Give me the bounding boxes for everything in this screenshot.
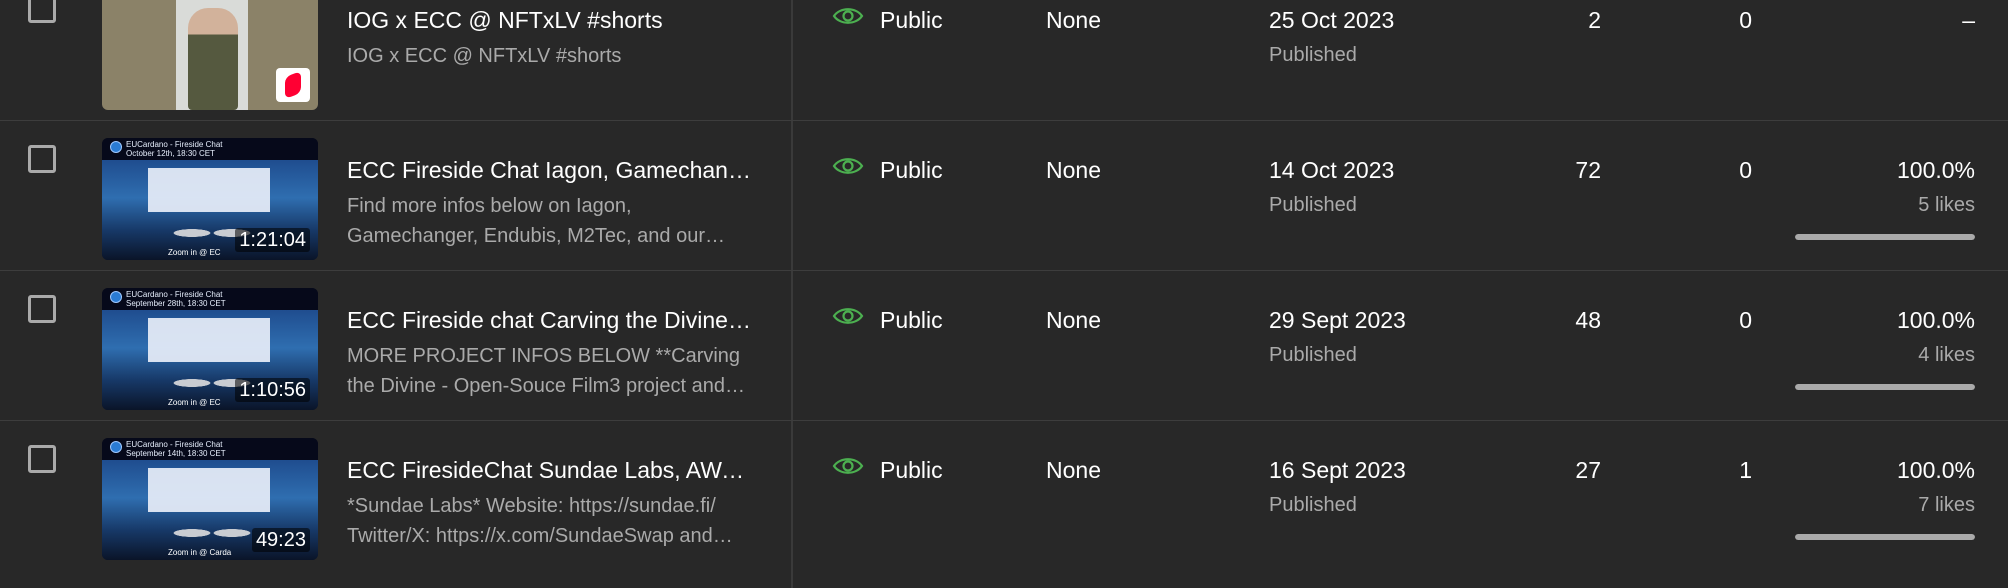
thumbnail-sponsor-panel [148, 168, 270, 212]
likes-ratio-fill [1795, 384, 1975, 390]
row-select-checkbox[interactable] [28, 295, 56, 323]
publish-date: 25 Oct 2023 [1269, 7, 1395, 33]
likes-percentage: – [1962, 7, 1975, 33]
likes-percentage: 100.0% [1896, 307, 1975, 333]
table-row[interactable]: EUCardano - Fireside Chat September 14th,… [0, 420, 2008, 571]
video-description: Find more infos below on Iagon, Gamechan… [347, 195, 705, 247]
likes-ratio-bar [1795, 534, 1975, 540]
video-title[interactable]: IOG x ECC @ NFTxLV #shorts [347, 5, 757, 35]
thumbnail-caption-date: September 28th, 18:30 CET [126, 299, 226, 308]
publish-date: 14 Oct 2023 [1269, 157, 1395, 183]
views-count: 72 [1575, 157, 1601, 183]
video-duration: 49:23 [251, 528, 310, 552]
thumbnail-caption-date: September 14th, 18:30 CET [126, 449, 226, 458]
likes-ratio-bar [1795, 234, 1975, 240]
row-select-checkbox[interactable] [28, 0, 56, 23]
restrictions-value: None [1046, 7, 1101, 33]
likes-ratio-fill [1795, 234, 1975, 240]
publish-status: Published [1269, 494, 1357, 516]
row-select-checkbox[interactable] [28, 445, 56, 473]
comments-count: 1 [1739, 457, 1752, 483]
restrictions-value: None [1046, 457, 1101, 483]
views-count: 27 [1575, 457, 1601, 483]
thumbnail-caption-title: EUCardano - Fireside Chat [126, 440, 223, 449]
eucardano-logo-icon [110, 291, 122, 303]
table-row[interactable]: EUCardano - Fireside Chat October 12th, 1… [0, 120, 2008, 271]
visibility-label[interactable]: Public [880, 305, 943, 335]
comments-count: 0 [1739, 157, 1752, 183]
video-title[interactable]: ECC Fireside chat Carving the Divine, bl… [347, 305, 757, 335]
visibility-label[interactable]: Public [880, 5, 943, 35]
publish-date: 29 Sept 2023 [1269, 307, 1406, 333]
likes-percentage: 100.0% [1896, 457, 1975, 483]
restrictions-value: None [1046, 157, 1101, 183]
visibility-label[interactable]: Public [880, 155, 943, 185]
thumbnail-caption: EUCardano - Fireside Chat October 12th, 1… [126, 140, 222, 158]
thumbnail-person [188, 8, 238, 110]
thumbnail-caption-title: EUCardano - Fireside Chat [126, 140, 223, 149]
publish-status: Published [1269, 344, 1357, 366]
video-title[interactable]: ECC FiresideChat Sundae Labs, AWA, White… [347, 455, 757, 485]
likes-ratio-fill [1795, 534, 1975, 540]
eye-icon[interactable] [832, 5, 864, 27]
publish-status: Published [1269, 194, 1357, 216]
fireside-chat-thumbnail[interactable]: EUCardano - Fireside Chat October 12th, 1… [102, 138, 318, 260]
likes-ratio-bar [1795, 384, 1975, 390]
thumbnail-caption: EUCardano - Fireside Chat September 14th,… [126, 440, 226, 458]
likes-count: 5 likes [1918, 194, 1975, 216]
shorts-icon [276, 68, 310, 102]
video-description: IOG x ECC @ NFTxLV #shorts [347, 45, 622, 67]
row-select-checkbox[interactable] [28, 145, 56, 173]
views-count: 2 [1588, 7, 1601, 33]
thumbnail-sponsor-panel [148, 468, 270, 512]
thumbnail-chairs [162, 518, 262, 548]
eye-icon[interactable] [832, 455, 864, 477]
thumbnail-caption-title: EUCardano - Fireside Chat [126, 290, 223, 299]
restrictions-value: None [1046, 307, 1101, 333]
video-duration: 1:21:04 [235, 228, 310, 252]
fireside-chat-thumbnail[interactable]: EUCardano - Fireside Chat September 28th,… [102, 288, 318, 410]
eucardano-logo-icon [110, 441, 122, 453]
eye-icon[interactable] [832, 305, 864, 327]
fireside-chat-thumbnail[interactable]: EUCardano - Fireside Chat September 14th,… [102, 438, 318, 560]
table-row[interactable]: IOG x ECC @ NFTxLV #shorts IOG x ECC @ NF… [0, 0, 2008, 121]
thumbnail-caption: EUCardano - Fireside Chat September 28th,… [126, 290, 226, 308]
shorts-video-thumbnail[interactable] [102, 0, 318, 110]
thumbnail-zoom-text: Zoom in @ Carda [168, 548, 232, 557]
likes-count: 7 likes [1918, 494, 1975, 516]
comments-count: 0 [1739, 7, 1752, 33]
video-content-table: IOG x ECC @ NFTxLV #shorts IOG x ECC @ NF… [0, 0, 2008, 588]
views-count: 48 [1575, 307, 1601, 333]
eye-icon[interactable] [832, 155, 864, 177]
publish-date: 16 Sept 2023 [1269, 457, 1406, 483]
likes-count: 4 likes [1918, 344, 1975, 366]
visibility-label[interactable]: Public [880, 455, 943, 485]
thumbnail-sponsor-panel [148, 318, 270, 362]
table-row[interactable]: EUCardano - Fireside Chat September 28th,… [0, 270, 2008, 421]
video-title[interactable]: ECC Fireside Chat Iagon, Gamechanger, En… [347, 155, 757, 185]
likes-percentage: 100.0% [1896, 157, 1975, 183]
thumbnail-zoom-text: Zoom in @ EC [168, 398, 221, 407]
thumbnail-caption-date: October 12th, 18:30 CET [126, 149, 215, 158]
publish-status: Published [1269, 44, 1357, 66]
comments-count: 0 [1739, 307, 1752, 333]
thumbnail-zoom-text: Zoom in @ EC [168, 248, 221, 257]
video-description: MORE PROJECT INFOS BELOW **Carving the D… [347, 345, 741, 397]
video-description: *Sundae Labs* Website: https://sundae.fi… [347, 495, 716, 547]
eucardano-logo-icon [110, 141, 122, 153]
video-duration: 1:10:56 [235, 378, 310, 402]
